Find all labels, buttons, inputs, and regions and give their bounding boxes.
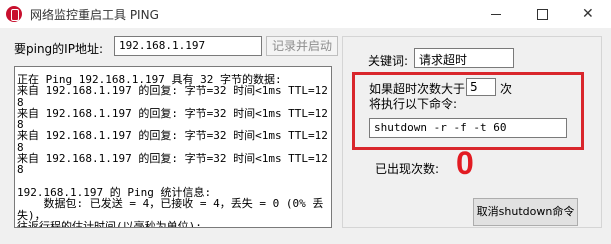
ip-address-input[interactable]: 192.168.1.197	[114, 36, 262, 56]
maximize-icon[interactable]	[519, 0, 565, 28]
window-title: 网络监控重启工具 PING	[30, 8, 159, 22]
ip-label: 要ping的IP地址:	[14, 42, 103, 56]
ping-log-output[interactable]: 正在 Ping 192.168.1.197 具有 32 字节的数据: 来自 19…	[14, 66, 332, 228]
minimize-icon[interactable]	[473, 0, 519, 28]
record-and-start-button[interactable]: 记录并启动	[266, 36, 338, 56]
command-label: 将执行以下命令:	[369, 97, 458, 111]
app-window: 网络监控重启工具 PING ✕ 要ping的IP地址: 192.168.1.19…	[0, 0, 611, 244]
keyword-input[interactable]: 请求超时	[414, 48, 514, 68]
timeout-count-unit: 次	[500, 82, 513, 96]
keyword-label: 关键词:	[368, 54, 409, 68]
title-bar: 网络监控重启工具 PING ✕	[0, 0, 611, 28]
occurrence-count-label: 已出现次数:	[375, 162, 440, 176]
ping-log-text: 正在 Ping 192.168.1.197 具有 32 字节的数据: 来自 19…	[17, 73, 328, 228]
command-input[interactable]: shutdown -r -f -t 60	[369, 118, 567, 138]
timeout-count-input[interactable]: 5	[466, 78, 496, 96]
close-icon[interactable]: ✕	[565, 0, 611, 28]
occurrence-count-value: 0	[456, 145, 474, 181]
cancel-shutdown-button[interactable]: 取消shutdown命令	[473, 198, 578, 226]
app-icon	[6, 6, 22, 22]
